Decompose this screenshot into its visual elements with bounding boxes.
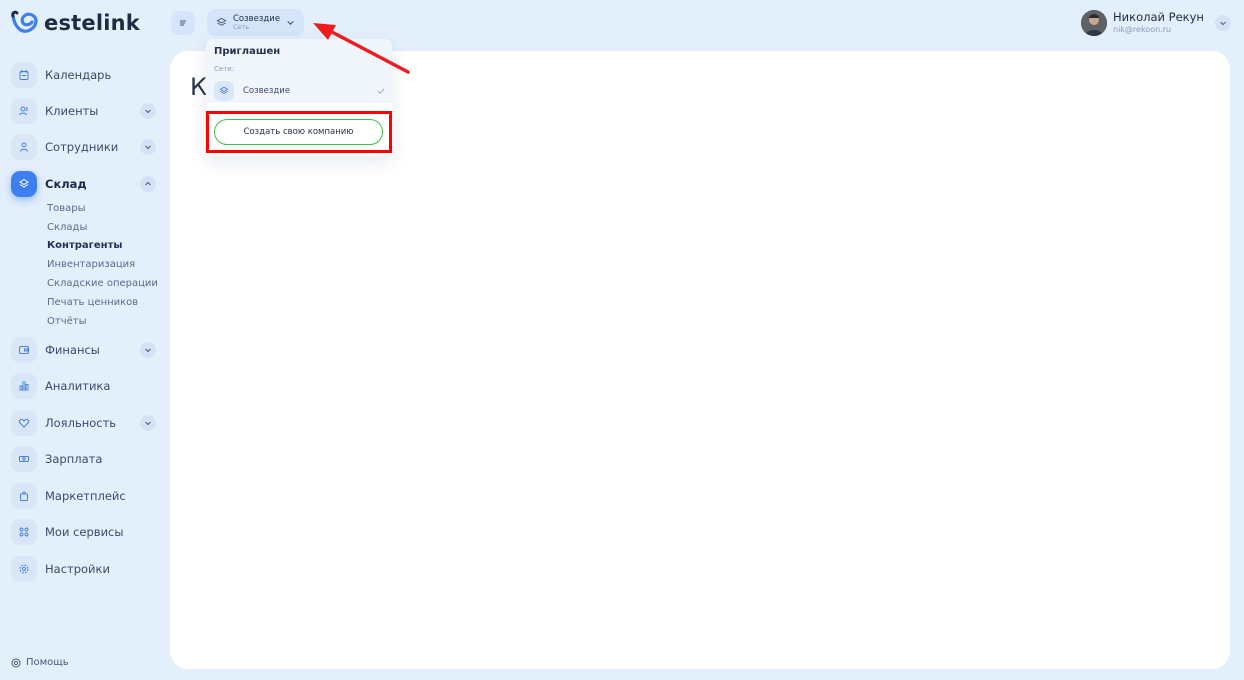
user-name: Николай Рекун xyxy=(1113,10,1204,25)
chevron-down-icon xyxy=(287,20,294,25)
sidebar-item-label: Сотрудники xyxy=(45,140,119,154)
sidebar-item-label: Лояльность xyxy=(45,416,117,430)
sidebar-item-my-services[interactable]: Мои сервисы xyxy=(11,519,156,545)
avatar xyxy=(1081,10,1107,36)
logo-mark-icon xyxy=(11,10,38,33)
sidebar-item-settings[interactable]: Настройки xyxy=(11,556,156,582)
logo[interactable]: estelink xyxy=(10,8,140,38)
sidebar-item-warehouse[interactable]: Склад xyxy=(11,171,156,197)
sidebar-item-label: Клиенты xyxy=(45,104,99,118)
layers-icon xyxy=(214,81,234,101)
dropdown-group: Приглашен Сети: Созвездие xyxy=(206,39,392,103)
help-label: Помощь xyxy=(26,657,69,668)
sidebar-item-label: Настройки xyxy=(45,562,110,576)
employee-icon xyxy=(11,134,37,160)
chart-icon xyxy=(11,373,37,399)
sidebar-item-clients[interactable]: Клиенты xyxy=(11,98,156,124)
warehouse-icon xyxy=(11,171,37,197)
sidebar-item-label: Маркетплейс xyxy=(45,489,126,503)
menu-icon xyxy=(180,20,186,26)
chevron-down-icon[interactable] xyxy=(140,103,156,119)
submenu-item-warehouses[interactable]: Склады xyxy=(47,222,87,233)
highlight-box xyxy=(206,111,392,153)
sidebar-item-loyalty[interactable]: Лояльность xyxy=(11,410,156,436)
sidebar-item-finance[interactable]: Финансы xyxy=(11,337,156,363)
page-title: К xyxy=(190,73,208,101)
submenu-item-price-tags[interactable]: Печать ценников xyxy=(47,297,138,308)
submenu-item-contractors[interactable]: Контрагенты xyxy=(47,240,122,251)
money-icon xyxy=(11,446,37,472)
sidebar-item-employees[interactable]: Сотрудники xyxy=(11,134,156,160)
users-icon xyxy=(11,98,37,124)
network-name: Созвездие xyxy=(233,13,281,24)
sidebar-item-label: Аналитика xyxy=(45,379,111,393)
logo-text: estelink xyxy=(44,11,140,35)
chevron-down-icon[interactable] xyxy=(140,342,156,358)
bag-icon xyxy=(11,483,37,509)
chevron-down-icon[interactable] xyxy=(140,139,156,155)
sidebar-item-label: Календарь xyxy=(45,68,112,82)
dropdown-subheading: Сети: xyxy=(214,65,235,73)
submenu-item-goods[interactable]: Товары xyxy=(47,203,86,214)
submenu-item-inventory[interactable]: Инвентаризация xyxy=(47,259,135,270)
check-icon xyxy=(377,88,385,94)
help-link[interactable]: Помощь xyxy=(11,657,69,668)
sidebar-item-calendar[interactable]: Календарь xyxy=(11,62,156,88)
sidebar-item-marketplace[interactable]: Маркетплейс xyxy=(11,483,156,509)
dropdown-heading: Приглашен xyxy=(214,46,281,57)
user-menu-chevron-down-icon[interactable] xyxy=(1215,15,1231,31)
network-selector-button[interactable]: Созвездие Сеть xyxy=(207,9,304,36)
sidebar-item-label: Мои сервисы xyxy=(45,525,124,539)
wallet-icon xyxy=(11,337,37,363)
chevron-down-icon[interactable] xyxy=(140,415,156,431)
dropdown-item-label: Созвездие xyxy=(243,86,291,96)
services-icon xyxy=(11,519,37,545)
heart-icon xyxy=(11,410,37,436)
user-profile[interactable]: Николай Рекун nik@rekoon.ru xyxy=(1081,10,1204,36)
sidebar-item-label: Зарплата xyxy=(45,452,103,466)
gear-icon xyxy=(11,556,37,582)
user-email: nik@rekoon.ru xyxy=(1113,24,1172,34)
help-icon xyxy=(11,658,21,667)
submenu-item-operations[interactable]: Складские операции xyxy=(47,278,158,289)
calendar-icon xyxy=(11,62,37,88)
submenu-item-reports[interactable]: Отчёты xyxy=(47,316,86,327)
sidebar-item-label: Финансы xyxy=(45,343,100,357)
chevron-up-icon[interactable] xyxy=(140,176,156,192)
sidebar-item-analytics[interactable]: Аналитика xyxy=(11,373,156,399)
menu-toggle-button[interactable] xyxy=(171,11,195,35)
layers-icon xyxy=(216,17,227,26)
sidebar-item-salary[interactable]: Зарплата xyxy=(11,446,156,472)
dropdown-item-network[interactable]: Созвездие xyxy=(214,80,386,102)
sidebar-item-label: Склад xyxy=(45,177,87,191)
network-type: Сеть xyxy=(233,23,250,31)
